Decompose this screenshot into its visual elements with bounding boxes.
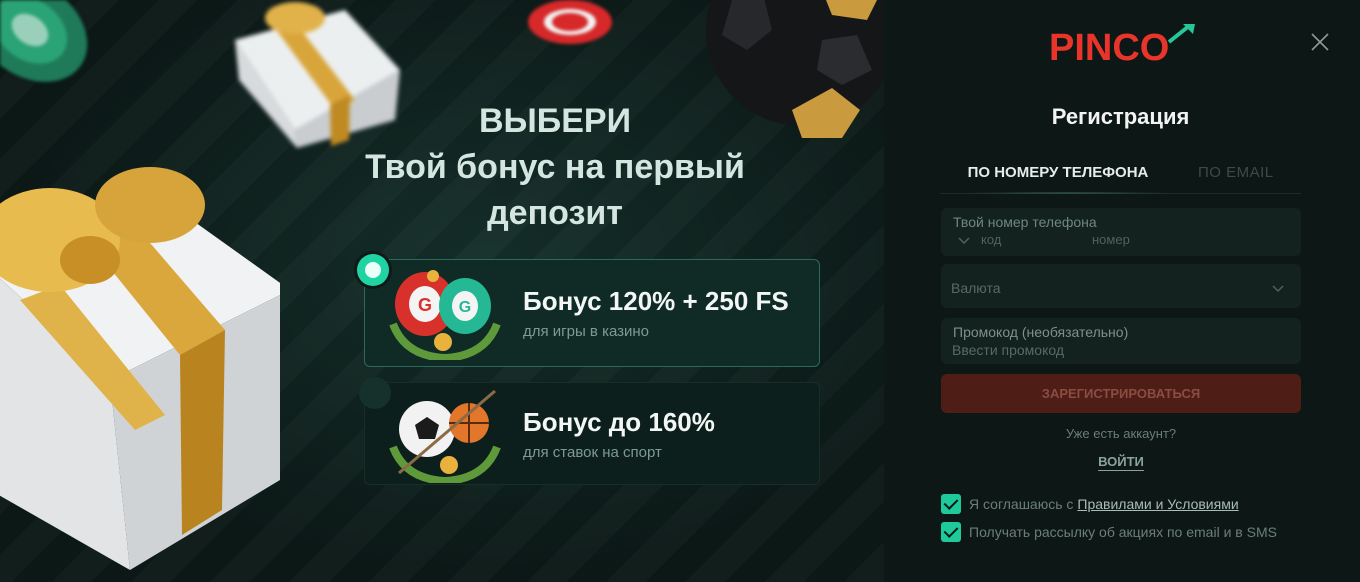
bonus-title: Бонус 120% + 250 FS [523, 286, 789, 316]
bonus-option-casino[interactable]: G G Бонус 120% + 250 FS для игры в казин… [357, 254, 820, 367]
chevron-down-icon[interactable] [958, 236, 970, 246]
registration-tabs: ПО НОМЕРУ ТЕЛЕФОНА ПО EMAIL [940, 160, 1301, 194]
phone-number-input[interactable]: номер [1092, 232, 1130, 247]
bonus-subtitle: для ставок на спорт [523, 443, 662, 461]
register-button[interactable]: ЗАРЕГИСТРИРОВАТЬСЯ [941, 374, 1301, 413]
newsletter-checkbox[interactable] [941, 522, 961, 542]
promocode-field[interactable]: Промокод (необязательно) Ввести промокод [941, 318, 1301, 364]
terms-consent: Я соглашаюсь с Правилами и Условиями [941, 494, 1239, 514]
tab-phone[interactable]: ПО НОМЕРУ ТЕЛЕФОНА [940, 160, 1176, 194]
newsletter-text: Получать рассылку об акциях по email и в… [969, 524, 1277, 540]
page-title: Регистрация [1051, 104, 1190, 129]
red-chip-image [528, 0, 612, 44]
gift-box-image [0, 167, 280, 570]
bonus-title: Бонус до 160% [523, 406, 715, 437]
phone-label: Твой номер телефона [953, 214, 1097, 230]
promocode-label: Промокод (необязательно) [953, 324, 1129, 340]
newsletter-consent: Получать рассылку об акциях по email и в… [941, 522, 1277, 542]
promo-title: ВЫБЕРИ Твой бонус на первый депозит [365, 98, 870, 236]
promo-title-line: ВЫБЕРИ [478, 102, 632, 140]
rules-link[interactable]: Правилами и Условиями [1077, 496, 1238, 512]
casino-chips-icon: G G [389, 270, 501, 360]
promo-title-line: Твой бонус на первый [365, 148, 745, 186]
phone-field[interactable]: Твой номер телефона код номер [941, 208, 1301, 256]
bonus-option-sport[interactable]: Бонус до 160% для ставок на спорт [359, 377, 820, 485]
country-code-input[interactable]: код [981, 232, 1001, 247]
login-link[interactable]: ВОЙТИ [1097, 454, 1145, 469]
chevron-down-icon [1272, 285, 1284, 293]
bonus-subtitle: для игры в казино [523, 323, 650, 340]
close-icon[interactable] [1308, 30, 1332, 54]
tab-email[interactable]: ПО EMAIL [1176, 160, 1296, 193]
terms-checkbox[interactable] [941, 494, 961, 514]
terms-text: Я соглашаюсь с [969, 496, 1074, 512]
currency-placeholder: Валюта [951, 280, 1001, 296]
sport-balls-icon [389, 389, 501, 483]
pinco-logo: PINCO [1049, 24, 1195, 68]
svg-text:G: G [459, 299, 471, 316]
promocode-input[interactable]: Ввести промокод [952, 342, 1064, 358]
logo-text: PINCO [1049, 27, 1169, 68]
casino-chip-image [0, 0, 88, 82]
currency-select[interactable]: Валюта [941, 264, 1301, 308]
promo-title-line: депозит [487, 194, 623, 232]
have-account-text: Уже есть аккаунт? [1065, 426, 1177, 441]
svg-text:G: G [418, 295, 432, 315]
